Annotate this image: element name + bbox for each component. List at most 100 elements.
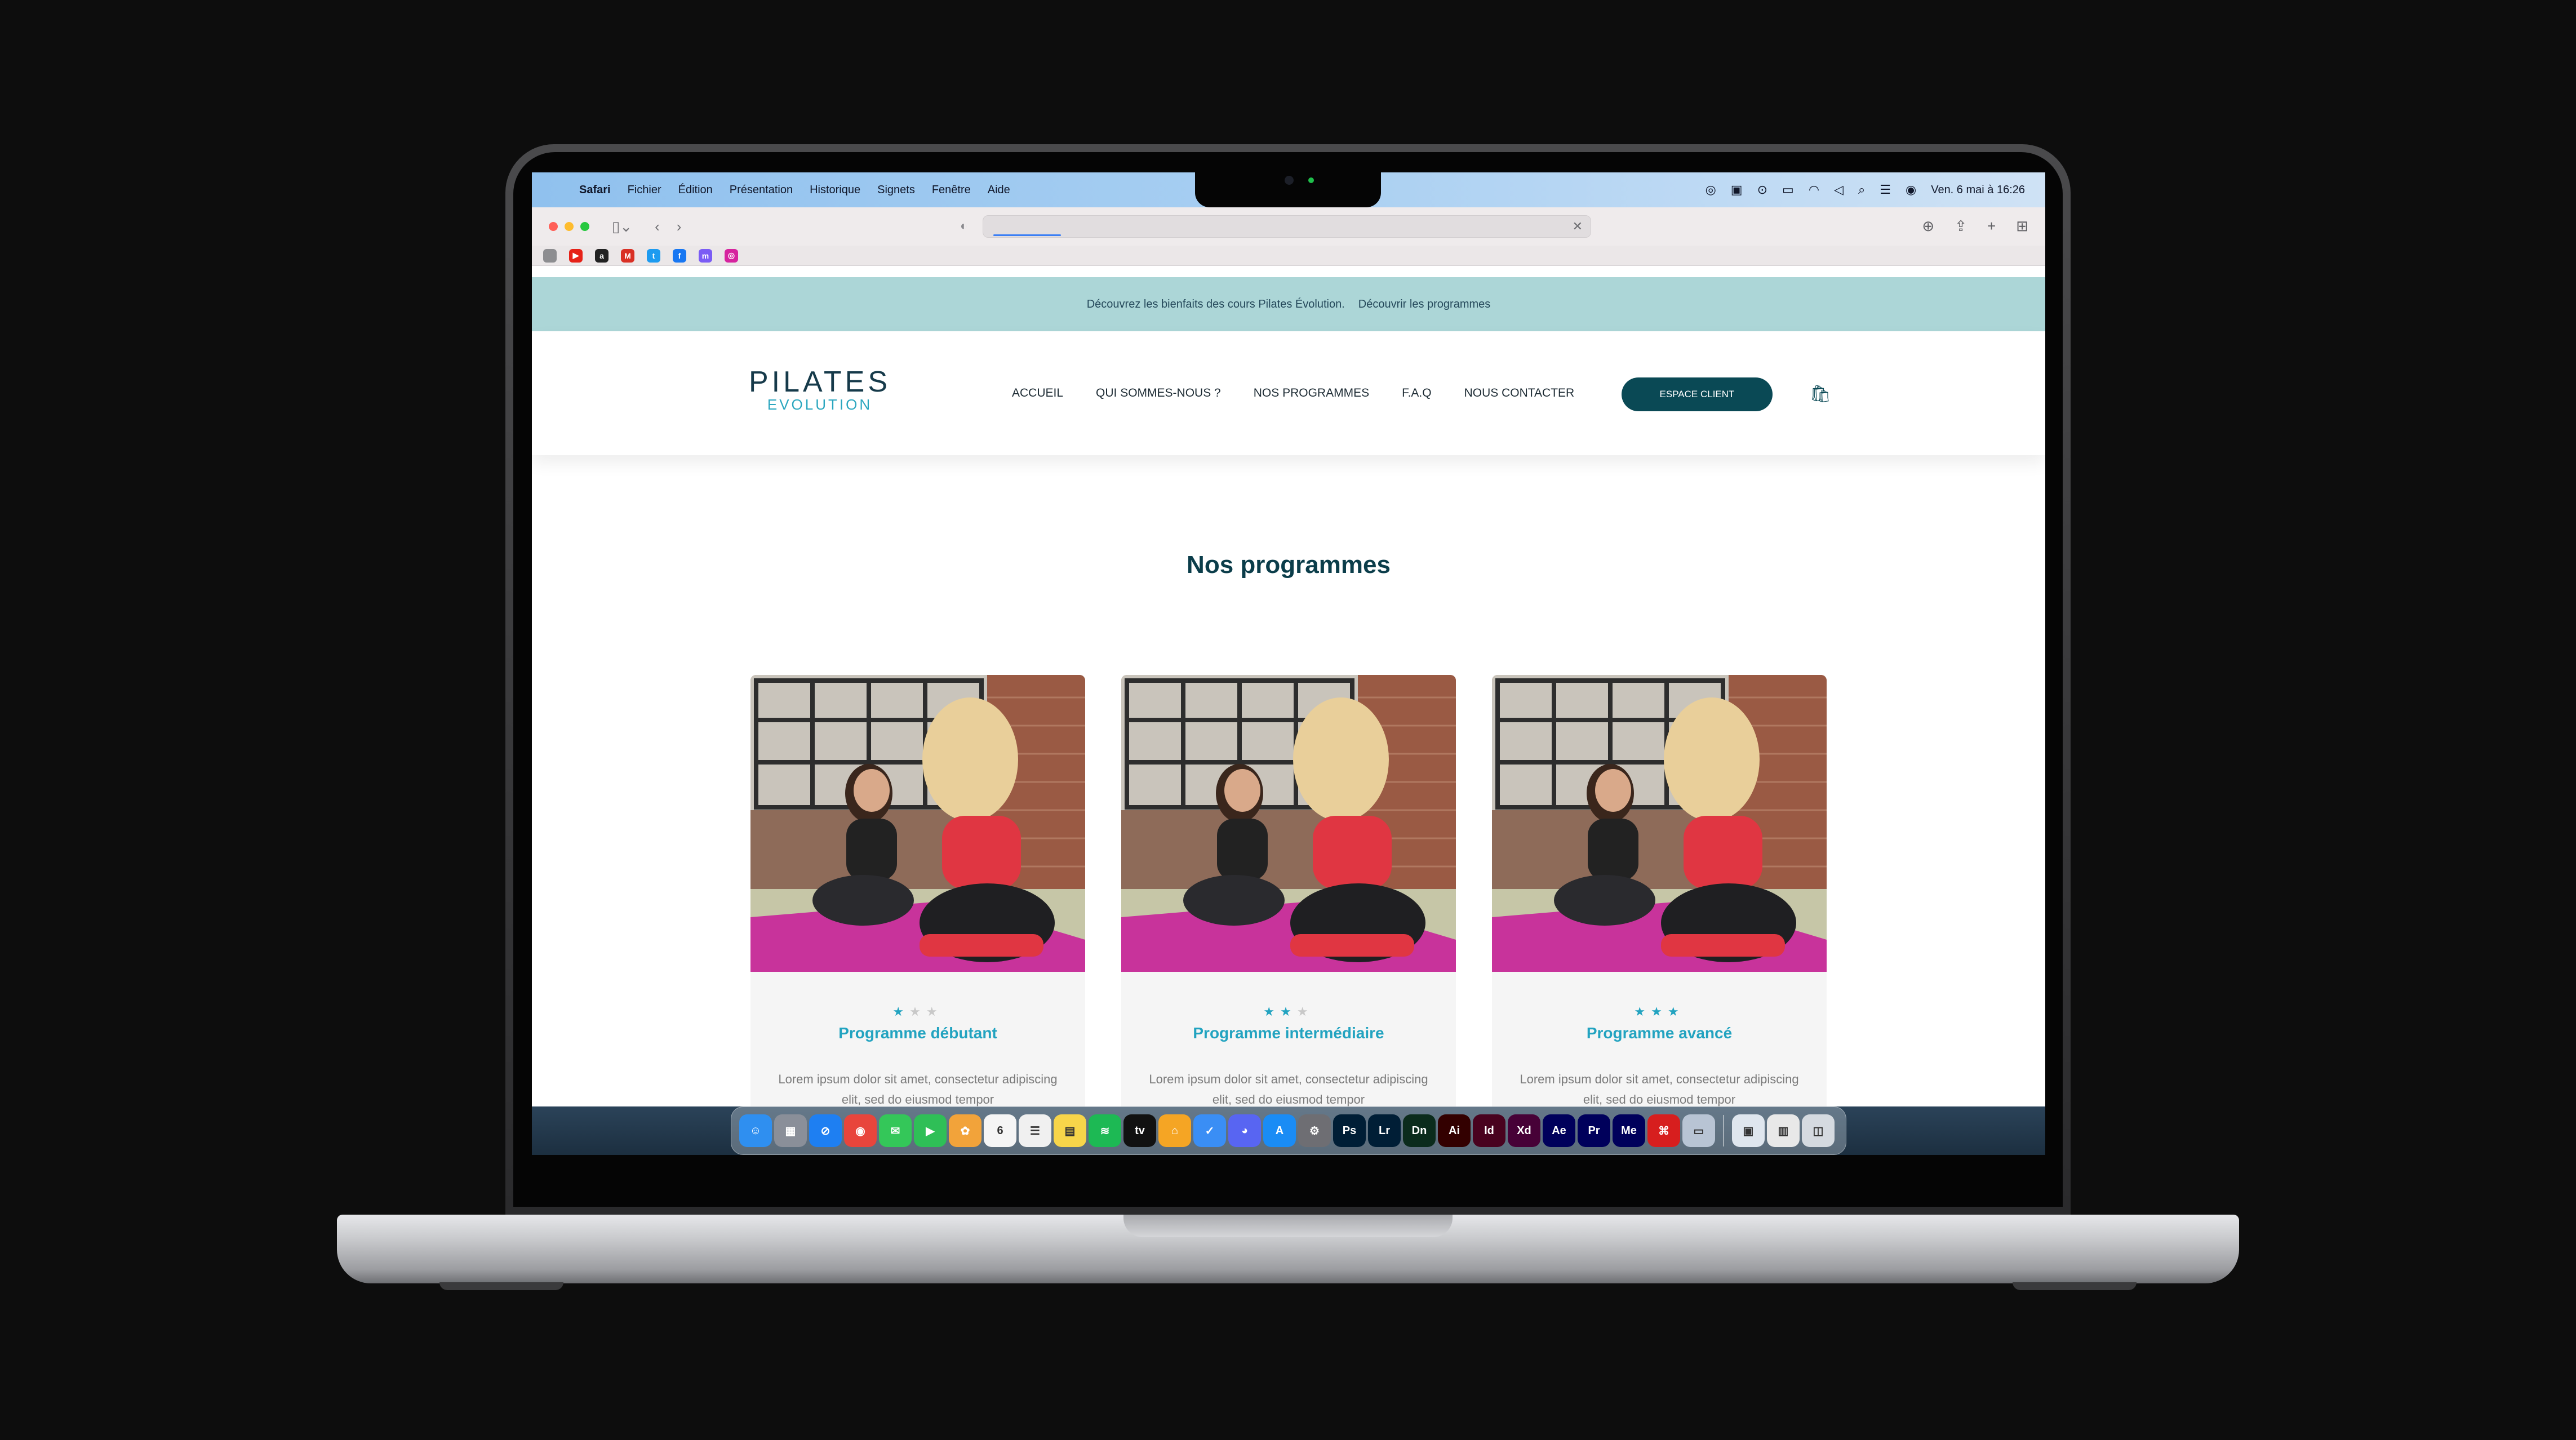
trash-icon[interactable]: ◫ <box>1802 1114 1835 1147</box>
reminders-icon[interactable]: ☰ <box>1019 1114 1051 1147</box>
search-icon[interactable]: ⌕ <box>1858 183 1865 197</box>
media-encoder-icon[interactable]: Me <box>1613 1114 1645 1147</box>
fullscreen-window-button[interactable] <box>580 222 589 231</box>
back-icon[interactable]: ‹ <box>655 218 660 235</box>
system-settings-icon[interactable]: ⚙ <box>1298 1114 1331 1147</box>
menu-app-name[interactable]: Safari <box>579 184 611 197</box>
section-title: Nos programmes <box>1187 551 1391 579</box>
instagram-favorite-icon[interactable]: ◎ <box>725 248 738 263</box>
nav-faq[interactable]: F.A.Q <box>1402 386 1432 400</box>
home-icon[interactable]: ⌂ <box>1158 1114 1191 1147</box>
display-icon[interactable]: ▣ <box>1731 183 1743 197</box>
control-center-icon[interactable]: ☰ <box>1880 183 1891 197</box>
address-bar[interactable]: ✕ <box>983 215 1591 238</box>
nav-nos-programmes[interactable]: NOS PROGRAMMES <box>1254 386 1369 400</box>
difficulty-stars: ★★★ <box>1492 1005 1827 1019</box>
menu-clock[interactable]: Ven. 6 mai à 16:26 <box>1931 184 2025 197</box>
cart-icon[interactable]: 🛍 <box>1810 384 1831 404</box>
twitter-favorite-icon[interactable]: t <box>647 248 660 263</box>
lightroom-icon[interactable]: Lr <box>1368 1114 1401 1147</box>
menu-signets[interactable]: Signets <box>877 184 915 197</box>
nav-nous-contacter[interactable]: NOUS CONTACTER <box>1464 386 1575 400</box>
downloads-icon[interactable]: ▣ <box>1732 1114 1765 1147</box>
premiere-icon[interactable]: Pr <box>1578 1114 1610 1147</box>
new-tab-icon[interactable]: + <box>1987 217 1996 235</box>
pilates-class-photo <box>750 675 1085 972</box>
program-title[interactable]: Programme débutant <box>750 1024 1085 1042</box>
photos-icon[interactable]: ✿ <box>949 1114 981 1147</box>
espace-client-button[interactable]: ESPACE CLIENT <box>1622 377 1773 411</box>
page-load-progress <box>993 234 1061 236</box>
program-image[interactable] <box>750 675 1085 972</box>
nav-qui-sommes-nous[interactable]: QUI SOMMES-NOUS ? <box>1096 386 1221 400</box>
facetime-icon[interactable]: ▶ <box>914 1114 947 1147</box>
acrobat-icon[interactable]: ⌘ <box>1647 1114 1680 1147</box>
record-icon[interactable]: ⊙ <box>1757 183 1767 197</box>
calendar-icon[interactable]: 6 <box>984 1114 1016 1147</box>
spotify-icon[interactable]: ≋ <box>1089 1114 1121 1147</box>
messenger-favorite-icon[interactable]: m <box>699 248 712 263</box>
battery-icon[interactable]: ▭ <box>1782 183 1794 197</box>
xd-icon[interactable]: Xd <box>1508 1114 1540 1147</box>
folder-icon[interactable]: ▥ <box>1767 1114 1800 1147</box>
announcement-bar: Découvrez les bienfaits des cours Pilate… <box>532 277 2045 331</box>
program-image[interactable] <box>1492 675 1827 972</box>
gmail-favorite-icon[interactable]: M <box>621 248 634 263</box>
finder-icon[interactable]: ☺ <box>739 1114 772 1147</box>
status-area: ◎ ▣ ⊙ ▭ ◠ ◁ ⌕ ☰ ◉ Ven. 6 mai à 16:26 <box>1706 183 2045 197</box>
laptop-foot-left <box>439 1282 563 1290</box>
discord-icon[interactable]: ◕ <box>1228 1114 1261 1147</box>
amazon-favorite-icon[interactable]: a <box>595 248 609 263</box>
creative-cloud-icon[interactable]: ◎ <box>1706 183 1716 197</box>
screen: Safari Fichier Édition Présentation Hist… <box>532 172 2045 1155</box>
facebook-favorite-icon[interactable]: f <box>673 248 686 263</box>
tasks-icon[interactable]: ✓ <box>1193 1114 1226 1147</box>
stop-loading-icon[interactable]: ✕ <box>1573 219 1583 234</box>
wifi-icon[interactable]: ◠ <box>1809 183 1819 197</box>
volume-icon[interactable]: ◁ <box>1834 183 1844 197</box>
illustrator-icon[interactable]: Ai <box>1438 1114 1471 1147</box>
menu-historique[interactable]: Historique <box>810 184 860 197</box>
program-image[interactable] <box>1121 675 1456 972</box>
star-filled-icon: ★ <box>892 1005 910 1019</box>
apple-favorite-icon[interactable] <box>543 248 557 263</box>
indesign-icon[interactable]: Id <box>1473 1114 1505 1147</box>
share-icon[interactable]: ⇪ <box>1955 217 1967 235</box>
tab-overview-icon[interactable]: ⊞ <box>2016 217 2028 235</box>
sidebar-toggle-icon[interactable]: ▯⌄ <box>612 218 632 235</box>
program-card[interactable]: ★★★ Programme avancé Lorem ipsum dolor s… <box>1492 675 1827 1155</box>
siri-icon[interactable]: ◉ <box>1906 183 1916 197</box>
downloads-icon[interactable]: ⊕ <box>1922 217 1934 235</box>
youtube-favorite-icon[interactable]: ▶ <box>569 248 583 263</box>
notes-icon[interactable]: ▤ <box>1054 1114 1086 1147</box>
nav-accueil[interactable]: ACCUEIL <box>1012 386 1063 400</box>
menu-fichier[interactable]: Fichier <box>628 184 661 197</box>
announcement-link[interactable]: Découvrir les programmes <box>1358 298 1491 311</box>
messages-icon[interactable]: ✉ <box>879 1114 912 1147</box>
program-description: Lorem ipsum dolor sit amet, consectetur … <box>1149 1072 1428 1106</box>
site-logo[interactable]: PILATES EVOLUTION <box>749 367 891 412</box>
app-store-icon[interactable]: A <box>1263 1114 1296 1147</box>
minimize-window-button[interactable] <box>565 222 574 231</box>
chrome-icon[interactable]: ◉ <box>844 1114 877 1147</box>
launchpad-icon[interactable]: ▦ <box>774 1114 807 1147</box>
program-title[interactable]: Programme avancé <box>1492 1024 1827 1042</box>
program-title[interactable]: Programme intermédiaire <box>1121 1024 1456 1042</box>
menu-presentation[interactable]: Présentation <box>730 184 793 197</box>
camera-icon <box>1285 176 1294 185</box>
menu-edition[interactable]: Édition <box>678 184 713 197</box>
photoshop-icon[interactable]: Ps <box>1333 1114 1366 1147</box>
program-description: Lorem ipsum dolor sit amet, consectetur … <box>1520 1072 1799 1106</box>
dimension-icon[interactable]: Dn <box>1403 1114 1436 1147</box>
after-effects-icon[interactable]: Ae <box>1543 1114 1575 1147</box>
menu-fenetre[interactable]: Fenêtre <box>932 184 971 197</box>
forward-icon[interactable]: › <box>677 218 682 235</box>
close-window-button[interactable] <box>549 222 558 231</box>
menu-aide[interactable]: Aide <box>988 184 1010 197</box>
apple-tv-icon[interactable]: tv <box>1123 1114 1156 1147</box>
preview-icon[interactable]: ▭ <box>1682 1114 1715 1147</box>
program-card[interactable]: ★★★ Programme débutant Lorem ipsum dolor… <box>750 675 1085 1155</box>
program-card[interactable]: ★★★ Programme intermédiaire Lorem ipsum … <box>1121 675 1456 1155</box>
safari-icon[interactable]: ⊘ <box>809 1114 842 1147</box>
privacy-shield-icon[interactable]: ◐ <box>960 219 967 233</box>
